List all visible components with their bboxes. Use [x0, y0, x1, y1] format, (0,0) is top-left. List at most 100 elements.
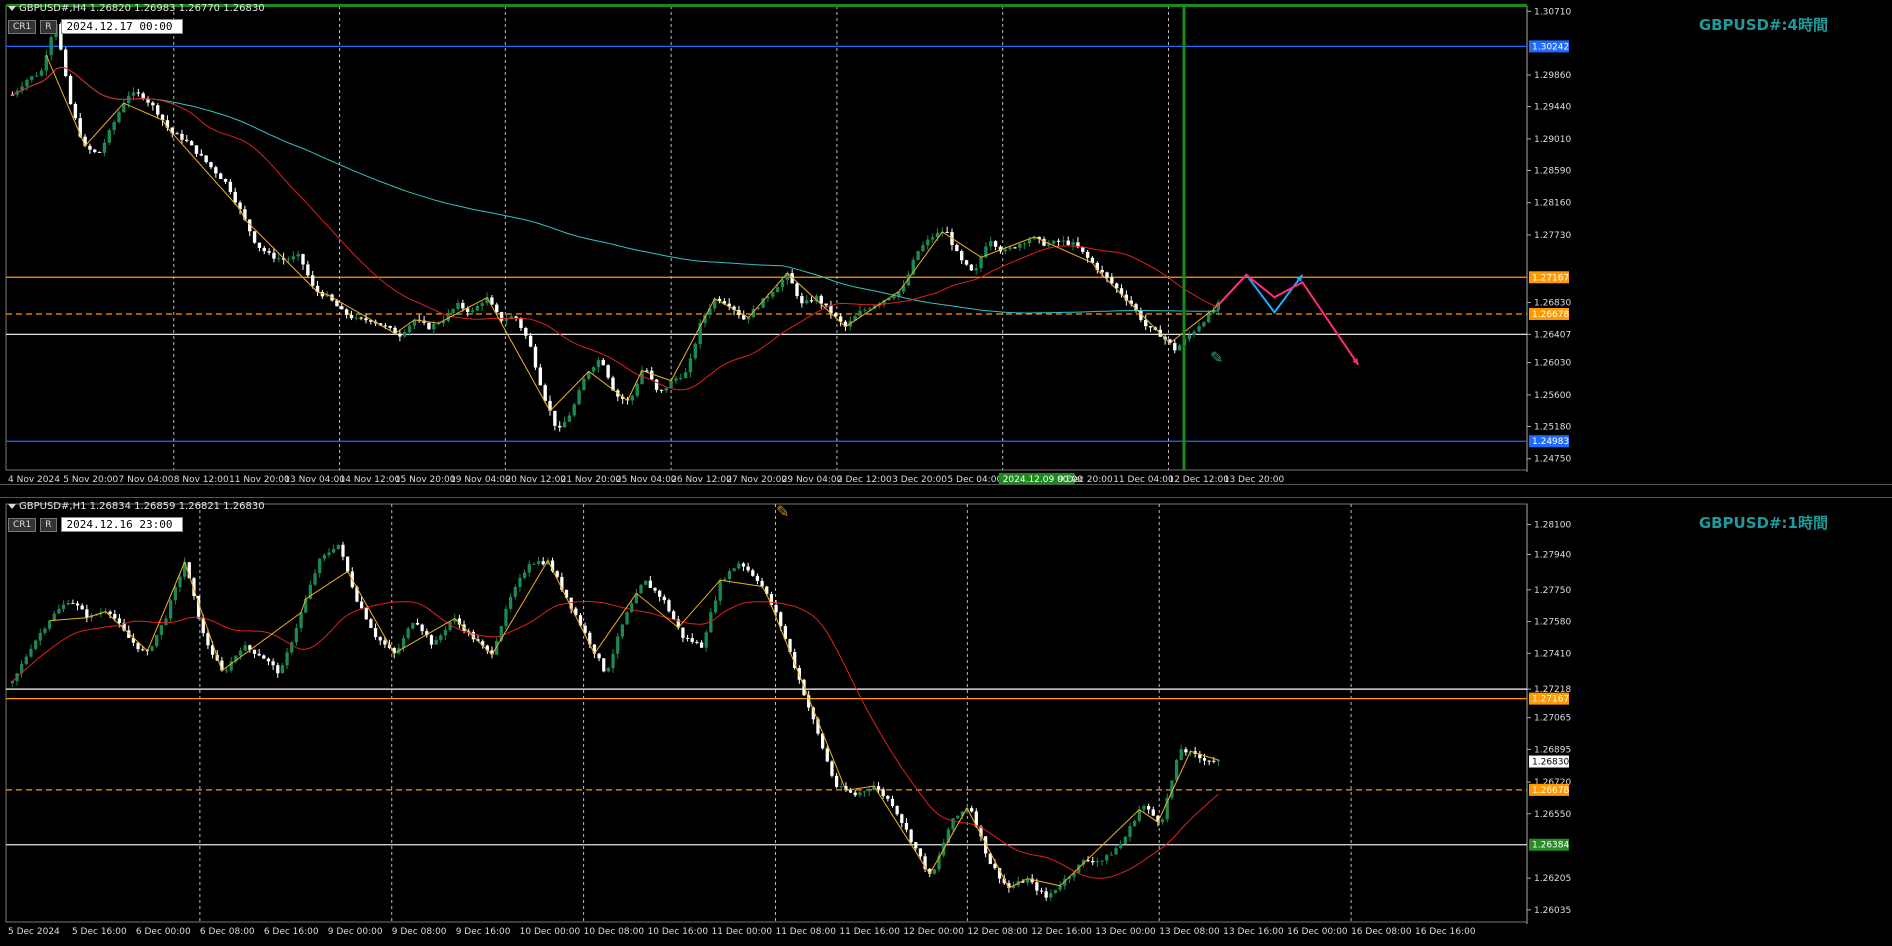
- candle-body: [401, 638, 406, 649]
- candle-body: [862, 791, 867, 793]
- candle-body: [863, 309, 867, 311]
- candle-body: [443, 629, 448, 636]
- candle-body: [819, 295, 823, 304]
- candle-body: [267, 251, 271, 253]
- h4-chart-pane[interactable]: 4 Nov 2024 5 Nov 20:00 7 Nov 04:00 8 Nov 12…: [0, 0, 1892, 484]
- candle-body: [519, 318, 523, 329]
- candle-body: [75, 603, 80, 606]
- candle-body: [800, 296, 804, 304]
- candle-body: [1207, 760, 1211, 762]
- candle-body: [218, 173, 223, 179]
- h4-chart-svg[interactable]: 4 Nov 2024 5 Nov 20:00 7 Nov 04:00 8 Nov 12…: [0, 0, 1892, 484]
- candle-body: [206, 633, 210, 646]
- candle-body: [388, 326, 392, 328]
- candle-body: [895, 805, 899, 815]
- price-axis-label: 1.27065: [1534, 714, 1571, 724]
- candle-body: [66, 603, 70, 605]
- candle-body: [1109, 854, 1113, 856]
- candle-body: [951, 818, 955, 830]
- candle-body: [262, 247, 266, 252]
- candle-body: [223, 178, 228, 182]
- candle-body: [38, 632, 42, 641]
- candle-body: [524, 328, 528, 336]
- candle-body: [969, 264, 974, 271]
- candle-body: [989, 241, 993, 247]
- h4-date-box[interactable]: 2024.12.17 00:00: [60, 19, 183, 34]
- candle-body: [1216, 760, 1221, 762]
- h4-cr1-button[interactable]: CR1: [8, 19, 37, 34]
- price-axis-label: 1.26030: [1534, 359, 1571, 369]
- candle-body: [224, 670, 229, 672]
- candle-body: [606, 668, 611, 672]
- candle-body: [10, 94, 15, 96]
- candle-body: [1100, 269, 1104, 273]
- candle-body: [956, 815, 960, 819]
- candle-body: [102, 142, 107, 153]
- candle-body: [916, 251, 920, 260]
- candle-body: [669, 380, 673, 388]
- candle-body: [930, 237, 935, 240]
- pane-divider[interactable]: [0, 484, 1892, 498]
- candle-body: [536, 561, 541, 564]
- candle-body: [577, 390, 581, 405]
- fast-moving-average-line: [11, 600, 1219, 879]
- h1-date-box[interactable]: 2024.12.16 23:00: [60, 517, 183, 532]
- candle-body: [704, 632, 708, 648]
- zigzag-line: [45, 55, 1219, 412]
- candle-body: [532, 563, 536, 565]
- h1-r-button[interactable]: R: [40, 517, 57, 532]
- candle-body: [543, 385, 547, 401]
- candle-body: [955, 245, 959, 252]
- candle-body: [1114, 283, 1119, 289]
- h4-control-row: CR1 R 2024.12.17 00:00: [8, 19, 183, 34]
- candle-body: [439, 635, 443, 640]
- candle-body: [504, 319, 509, 321]
- candle-body: [1142, 805, 1146, 810]
- candle-body: [280, 665, 285, 674]
- candle-body: [1187, 335, 1192, 340]
- candle-body: [155, 634, 159, 647]
- candle-body: [1049, 893, 1053, 898]
- h1-chart-pane[interactable]: 5 Dec 2024 5 Dec 16:00 6 Dec 00:00 6 Dec 08…: [0, 498, 1892, 946]
- pen-tool-icon[interactable]: ✎: [776, 502, 789, 521]
- candle-body: [558, 425, 562, 428]
- candle-body: [538, 367, 543, 386]
- candle-body: [49, 37, 53, 56]
- collapse-triangle-icon[interactable]: [8, 503, 16, 509]
- time-axis-label: 11 Nov 20:00: [229, 475, 290, 484]
- candle-body: [434, 639, 438, 645]
- candle-body: [662, 596, 666, 601]
- h1-cr1-button[interactable]: CR1: [8, 517, 37, 532]
- candle-body: [926, 239, 930, 246]
- h4-r-button[interactable]: R: [40, 19, 57, 34]
- candle-body: [553, 410, 557, 426]
- candle-body: [1160, 819, 1165, 823]
- candle-body: [974, 268, 978, 271]
- candle-body: [830, 761, 834, 776]
- candle-body: [345, 556, 350, 572]
- price-tag-label: 1.30242: [1532, 42, 1569, 52]
- candle-body: [296, 254, 300, 257]
- time-axis-label: 10 Dec 00:00: [520, 927, 581, 937]
- candle-body: [313, 573, 317, 585]
- candle-body: [732, 568, 736, 572]
- candle-body: [243, 645, 247, 651]
- candle-body: [306, 264, 310, 276]
- h1-symbol-line: GBPUSD#,H1 1.26834 1.26859 1.26821 1.268…: [19, 501, 265, 512]
- candle-body: [932, 869, 937, 874]
- candle-body: [411, 622, 415, 629]
- time-axis-label: 20 Nov 12:00: [505, 475, 566, 484]
- time-axis-label: 5 Dec 2024: [8, 927, 60, 937]
- candle-body: [322, 554, 326, 559]
- h1-chart-svg[interactable]: 5 Dec 2024 5 Dec 16:00 6 Dec 00:00 6 Dec 08…: [0, 498, 1892, 946]
- candle-body: [718, 580, 722, 601]
- time-axis-label: 15 Nov 20:00: [395, 475, 456, 484]
- candle-body: [809, 300, 814, 302]
- collapse-triangle-icon[interactable]: [8, 5, 16, 11]
- crosshair-tool-icon[interactable]: ✎: [1210, 348, 1223, 367]
- price-tag-label: 1.26384: [1532, 841, 1569, 851]
- candle-body: [1100, 860, 1104, 862]
- candle-body: [679, 377, 683, 379]
- time-axis-label: 9 Dec 00:00: [328, 927, 383, 937]
- candle-body: [189, 141, 194, 146]
